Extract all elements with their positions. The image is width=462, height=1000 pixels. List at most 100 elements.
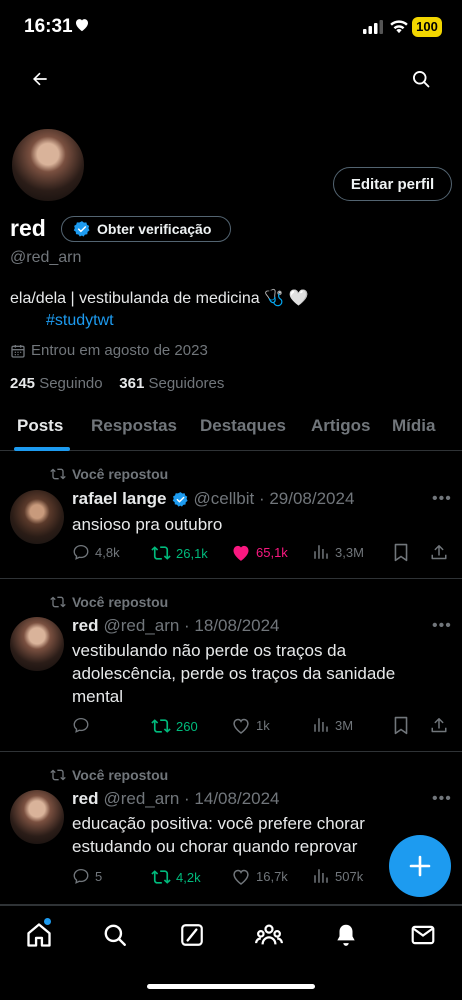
verified-badge-icon: [73, 221, 90, 237]
status-bar: 16:31 100: [0, 0, 462, 56]
share-icon: [431, 545, 447, 560]
post-author-name[interactable]: red: [72, 616, 98, 636]
reply-count: 4,8k: [95, 544, 120, 560]
status-time: 16:31: [24, 16, 73, 37]
reply-count: 5: [95, 868, 103, 884]
repost-icon: [151, 870, 171, 884]
nav-home[interactable]: [24, 920, 54, 950]
bio-hashtag-link[interactable]: #studytwt: [46, 312, 114, 330]
post-author-name[interactable]: red: [72, 789, 98, 809]
heart-outline-icon: [233, 718, 249, 734]
post-meta: @red_arn · 18/08/2024: [103, 616, 280, 635]
nav-notifications[interactable]: [331, 920, 361, 950]
tab-replies[interactable]: Respostas: [91, 416, 177, 436]
home-indicator: [147, 984, 315, 989]
views-button[interactable]: 507k: [312, 867, 363, 885]
following-link[interactable]: 245 Seguindo: [10, 375, 103, 392]
nav-grok[interactable]: [177, 920, 207, 950]
post-avatar[interactable]: [10, 617, 64, 671]
bookmark-button[interactable]: [393, 543, 409, 562]
post-avatar[interactable]: [10, 790, 64, 844]
repost-label: Você repostou: [72, 466, 169, 482]
views-chart-icon: [314, 545, 328, 559]
post-meta: @red_arn · 14/08/2024: [103, 789, 280, 808]
repost-indicator: Você repostou: [50, 767, 168, 783]
communities-icon: [255, 924, 283, 945]
heart-filled-icon: [233, 545, 249, 561]
post-item[interactable]: Você repostou rafael lange @cellbit · 29…: [0, 452, 462, 579]
like-button[interactable]: 1k: [231, 716, 270, 735]
followers-label: Seguidores: [148, 375, 225, 392]
like-button[interactable]: 65,1k: [231, 543, 288, 562]
more-options-icon[interactable]: •••: [432, 490, 452, 508]
tab-articles[interactable]: Artigos: [311, 416, 371, 436]
followers-link[interactable]: 361 Seguidores: [119, 375, 224, 392]
bell-icon: [337, 924, 355, 946]
nav-communities[interactable]: [254, 920, 284, 950]
heart-icon: [74, 17, 90, 37]
notification-dot: [44, 918, 51, 925]
back-button[interactable]: [23, 62, 57, 96]
profile-name: red: [10, 215, 46, 241]
nav-messages[interactable]: [408, 920, 438, 950]
post-text: ansioso pra outubro: [72, 515, 223, 534]
joined-date: Entrou em agosto de 2023: [10, 342, 208, 359]
like-count: 1k: [256, 718, 270, 733]
reply-button[interactable]: 4,8k: [72, 543, 120, 561]
joined-label: Entrou em agosto de 2023: [31, 342, 208, 359]
repost-indicator: Você repostou: [50, 594, 168, 610]
post-avatar[interactable]: [10, 490, 64, 544]
more-options-icon[interactable]: •••: [432, 617, 452, 635]
signal-icon: [363, 20, 383, 39]
repost-button[interactable]: 26,1k: [151, 543, 208, 563]
active-tab-indicator: [14, 447, 70, 451]
share-icon: [431, 718, 447, 733]
tab-media[interactable]: Mídia: [392, 416, 435, 436]
reply-button[interactable]: 5: [72, 867, 102, 885]
share-button[interactable]: [430, 543, 448, 562]
post-text: educação positiva: você prefere chorar e…: [72, 814, 365, 856]
post-meta: @cellbit · 29/08/2024: [193, 489, 355, 508]
bookmark-button[interactable]: [393, 716, 409, 735]
wifi-icon: [389, 18, 409, 39]
reply-icon: [73, 544, 89, 560]
home-icon: [27, 923, 51, 947]
profile-handle: @red_arn: [10, 249, 82, 266]
like-count: 16,7k: [256, 869, 288, 884]
mail-icon: [411, 925, 435, 945]
tab-posts[interactable]: Posts: [17, 416, 63, 436]
repost-count: 26,1k: [176, 545, 208, 561]
post-header: red @red_arn · 14/08/2024: [72, 789, 280, 809]
post-header: red @red_arn · 18/08/2024: [72, 616, 280, 636]
profile-tabs: Posts Respostas Destaques Artigos Mídia: [0, 407, 462, 451]
repost-icon: [151, 719, 171, 733]
tab-highlights[interactable]: Destaques: [200, 416, 286, 436]
like-button[interactable]: 16,7k: [231, 867, 288, 886]
bookmark-icon: [394, 716, 408, 735]
following-label: Seguindo: [39, 375, 103, 392]
repost-icon: [151, 546, 171, 560]
views-count: 507k: [335, 868, 364, 884]
search-button[interactable]: [404, 62, 438, 96]
reply-button[interactable]: [72, 716, 95, 734]
nav-search[interactable]: [100, 920, 130, 950]
repost-button[interactable]: 260: [151, 716, 198, 736]
share-button[interactable]: [430, 716, 448, 735]
get-verified-button[interactable]: Obter verificação: [61, 216, 231, 242]
repost-button[interactable]: 4,2k: [151, 867, 201, 887]
edit-profile-button[interactable]: Editar perfil: [333, 167, 452, 201]
post-item[interactable]: Você repostou red @red_arn · 18/08/2024 …: [0, 580, 462, 752]
following-count: 245: [10, 375, 36, 392]
views-count: 3M: [335, 717, 354, 733]
post-author-name[interactable]: rafael lange: [72, 489, 167, 509]
profile-avatar[interactable]: [10, 127, 86, 203]
views-button[interactable]: 3,3M: [312, 543, 364, 561]
compose-post-button[interactable]: [389, 835, 451, 897]
views-chart-icon: [314, 869, 328, 883]
more-options-icon[interactable]: •••: [432, 790, 452, 808]
grok-icon: [181, 924, 203, 946]
follow-stats: 245 Seguindo 361 Seguidores: [10, 375, 224, 392]
repost-label: Você repostou: [72, 594, 169, 610]
post-actions: 260 1k 3M: [72, 716, 452, 738]
views-button[interactable]: 3M: [312, 716, 353, 734]
